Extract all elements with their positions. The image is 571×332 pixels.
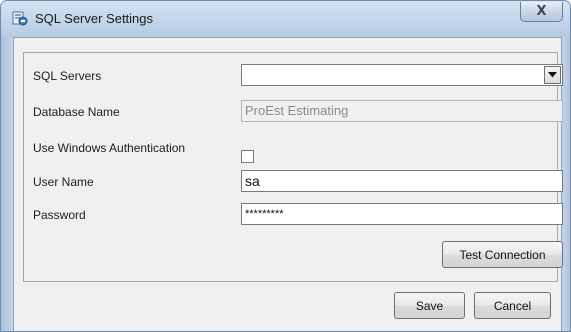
test-connection-button[interactable]: Test Connection [442,241,563,268]
password-field[interactable]: ********* [241,203,563,225]
password-label: Password [33,208,86,222]
user-name-field[interactable]: sa [241,170,563,192]
close-icon: X [536,4,547,19]
cancel-button[interactable]: Cancel [474,292,551,319]
dropdown-arrow-button[interactable] [544,66,561,84]
close-button[interactable]: X [520,2,563,22]
window-title: SQL Server Settings [35,11,154,26]
sql-server-settings-dialog: SQL Server Settings X SQL Servers Databa… [0,0,571,332]
windows-auth-label: Use Windows Authentication [33,141,186,155]
save-button[interactable]: Save [394,292,465,319]
settings-panel: SQL Servers Database Name ProEst Estimat… [23,52,563,282]
dialog-body: SQL Servers Database Name ProEst Estimat… [13,37,563,331]
database-server-icon [12,10,28,26]
sql-servers-dropdown[interactable] [241,64,563,86]
database-name-label: Database Name [33,105,120,119]
chevron-down-icon [548,72,557,78]
title-bar[interactable]: SQL Server Settings X [1,1,570,37]
sql-servers-label: SQL Servers [33,69,102,83]
database-name-field: ProEst Estimating [241,100,563,122]
windows-auth-checkbox[interactable] [241,150,254,163]
user-name-label: User Name [33,175,94,189]
window-frame-right [562,37,570,331]
window-frame-left [1,37,13,331]
